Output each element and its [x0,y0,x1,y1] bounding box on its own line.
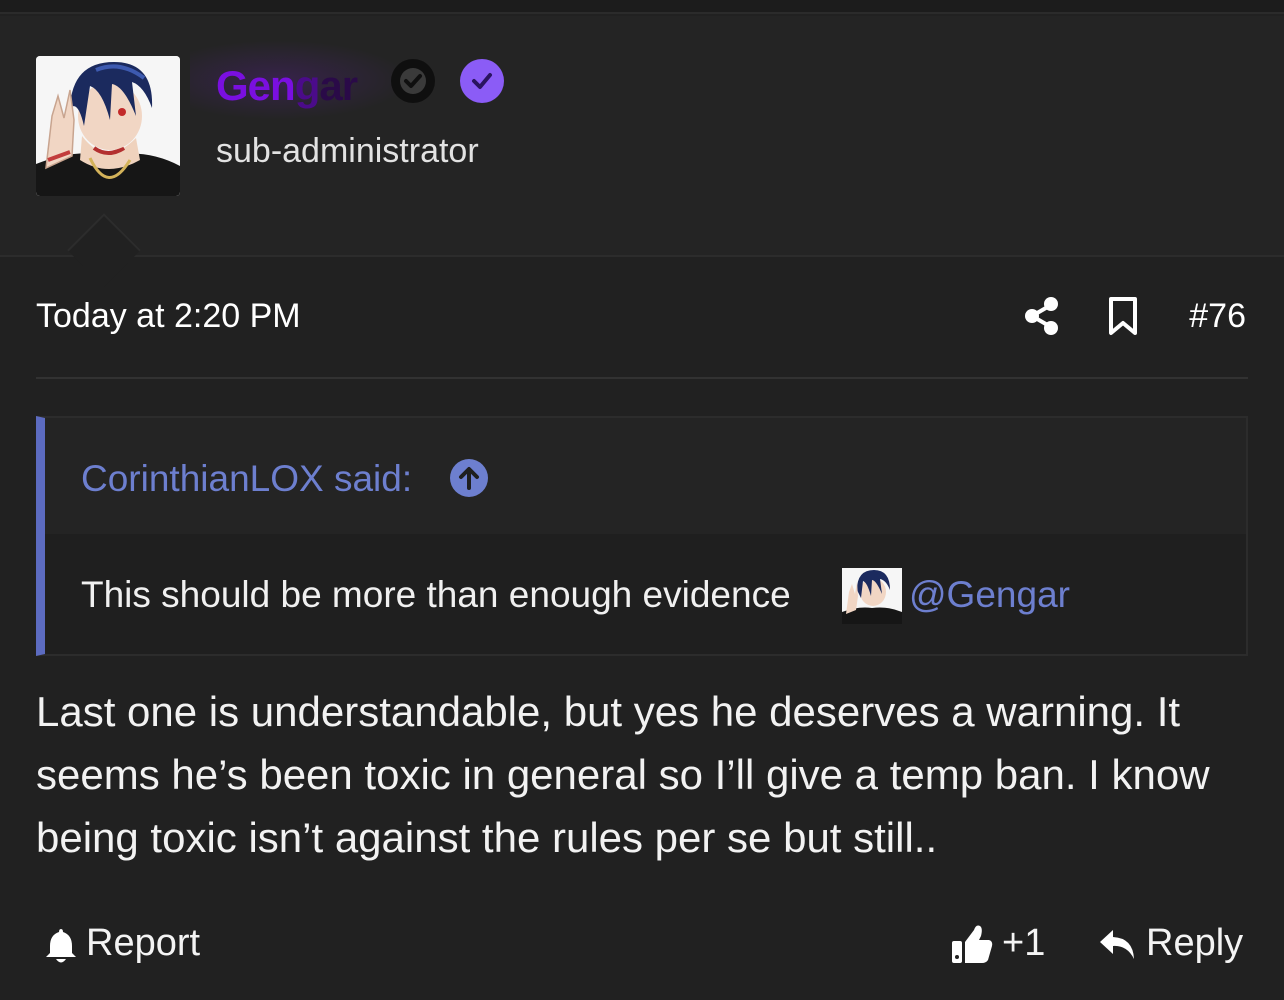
reply-button[interactable]: Reply [1146,922,1243,965]
user-avatar[interactable] [36,56,180,196]
arrow-up-circle-icon[interactable] [449,458,489,498]
report-button[interactable]: Report [86,922,200,965]
mention-avatar[interactable] [842,568,902,624]
username-part-1: Gen [216,62,296,109]
bookmark-icon[interactable] [1106,296,1140,336]
verified-badge-black-icon [391,59,435,103]
quote-author[interactable]: CorinthianLOX said: [81,458,412,500]
quote-body: This should be more than enough evidence… [45,534,1246,654]
post-number[interactable]: #76 [1189,297,1246,336]
quote-text: This should be more than enough evidence [81,574,791,615]
quote-header: CorinthianLOX said: [45,418,1246,534]
meta-divider [36,377,1248,379]
username[interactable]: Gengar [216,60,358,112]
user-role: sub-administrator [216,132,479,170]
reply-arrow-icon[interactable] [1097,924,1137,964]
bell-icon[interactable] [44,926,78,964]
post-body: Last one is understandable, but yes he d… [36,688,1210,861]
post-date[interactable]: Today at 2:20 PM [36,297,301,336]
verified-badge-purple-icon [460,59,504,103]
quote-block: CorinthianLOX said: This should be more … [36,416,1248,656]
username-part-2: g [294,62,321,109]
username-part-3: ar [319,62,358,109]
share-icon[interactable] [1022,296,1062,336]
top-strip [0,0,1284,14]
like-count[interactable]: +1 [1002,922,1045,965]
mention-link[interactable]: @Gengar [909,574,1070,616]
header-divider [0,255,1284,257]
thumbs-up-icon[interactable] [950,922,994,966]
anime-avatar-image [36,56,180,196]
mention-avatar-image [842,568,902,624]
